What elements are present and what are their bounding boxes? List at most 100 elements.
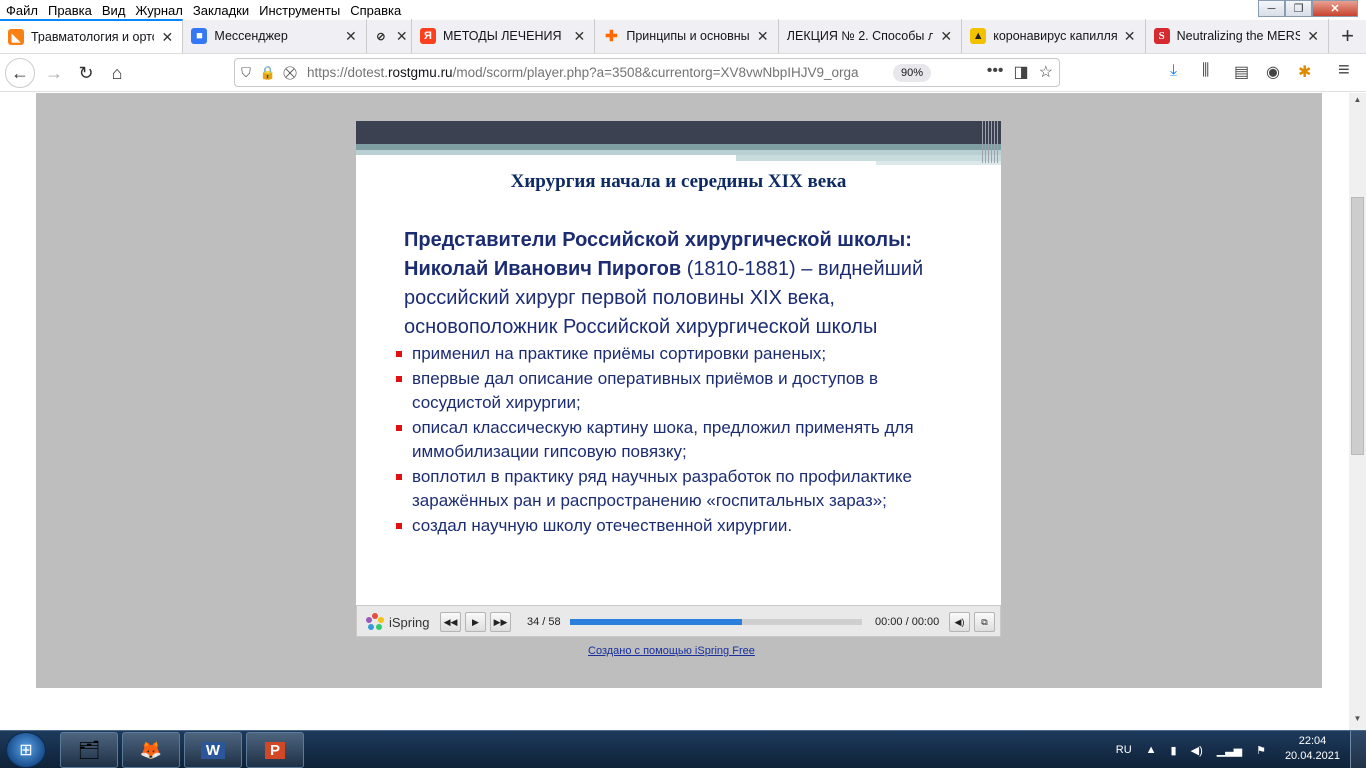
hamburger-menu-icon[interactable]: ≡ [1338,59,1350,82]
taskbar: ⊞ 🗂 🦊 W P RU ▲ ▮ ◀) ▁▃▅ ⚑ 22:04 20.04.20… [0,730,1366,768]
menu-bookmarks[interactable]: Закладки [193,3,249,18]
battery-icon[interactable]: ▮ [1171,744,1177,757]
taskbar-powerpoint[interactable]: P [246,732,304,768]
play-button[interactable]: ▶ [465,612,486,632]
back-button[interactable]: ← [5,58,35,88]
bullet-list: применил на практике приёмы сортировки р… [396,342,956,539]
taskbar-firefox[interactable]: 🦊 [122,732,180,768]
scroll-up-icon[interactable]: ▲ [1349,95,1366,107]
menu-edit[interactable]: Правка [48,3,92,18]
shield-icon[interactable]: ⛉ [235,65,257,81]
close-icon[interactable]: ✕ [939,28,953,45]
clock-time: 22:04 [1298,735,1327,747]
reload-button[interactable]: ↻ [71,58,101,88]
slide-body: Представители Российской хирургической ш… [404,225,974,342]
tab-muted[interactable]: ⊘ ✕ [367,19,412,53]
permissions-icon[interactable]: ⛒ [279,65,301,81]
forward-button[interactable]: → [39,58,69,88]
player-controls: iSpring ◀◀ ▶ ▶▶ 34 / 58 00:00 / 00:00 ◀)… [356,605,1001,637]
slide-counter: 34 / 58 [527,616,561,628]
start-button[interactable]: ⊞ [6,732,46,768]
bookmark-star-icon[interactable]: ☆ [1039,62,1053,82]
plus-cross-icon: ✚ [605,28,618,45]
close-window-button[interactable]: ✕ [1312,0,1358,17]
progress-track[interactable] [570,619,862,625]
tab-principles[interactable]: ✚ Принципы и основные ✕ [595,19,779,53]
muted-speaker-icon[interactable]: ⊘ [373,28,389,44]
page-actions-icon[interactable]: ••• [987,62,1004,82]
presentation-slide: Хирургия начала и середины XIX века Пред… [356,121,1001,605]
lock-icon[interactable]: 🔒 [257,65,279,81]
slide-subheading: Представители Российской хирургической ш… [404,229,912,251]
tab-messenger[interactable]: ■ Мессенджер ✕ [183,19,367,53]
close-icon[interactable]: ✕ [756,28,770,45]
tab-title: Принципы и основные [626,29,750,43]
new-tab-button[interactable]: + [1329,19,1366,53]
sidebar-icon[interactable]: ▤ [1234,62,1249,82]
menu-history[interactable]: Журнал [135,3,182,18]
clock-date: 20.04.2021 [1284,750,1340,762]
url-text[interactable]: https://dotest.rostgmu.ru/mod/scorm/play… [307,65,885,80]
tab-traumatology[interactable]: ◣ Травматология и ортоп ✕ [0,19,184,53]
action-center-icon[interactable]: ⚑ [1256,744,1266,757]
tab-lecture[interactable]: ЛЕКЦИЯ № 2. Способы леч ✕ [779,19,963,53]
menu-help[interactable]: Справка [350,3,401,18]
extension-icon[interactable]: ✱ [1298,62,1311,82]
show-desktop-button[interactable] [1350,731,1366,768]
playback-time: 00:00 / 00:00 [875,616,940,628]
library-icon[interactable]: ⫼ [1202,62,1209,80]
menu-file[interactable]: Файл [6,3,38,18]
maximize-button[interactable]: ❐ [1285,0,1312,17]
bullet-square-icon [396,474,402,480]
close-icon[interactable]: ✕ [1306,28,1320,45]
list-item: воплотил в практику ряд научных разработ… [396,465,956,513]
folder-icon: 🗂 [77,739,101,760]
fullscreen-button[interactable]: ⧉ [974,612,995,632]
close-icon[interactable]: ✕ [344,28,358,45]
minimize-button[interactable]: ─ [1258,0,1285,17]
scroll-thumb[interactable] [1351,197,1364,455]
home-button[interactable]: ⌂ [102,58,132,88]
list-item: описал классическую картину шока, предло… [396,416,956,464]
image-search-icon: ▲ [970,28,987,44]
close-icon[interactable]: ✕ [160,29,174,46]
zoom-level[interactable]: 90% [893,63,932,82]
tab-mers[interactable]: S Neutralizing the MERS Co ✕ [1146,19,1330,53]
clock[interactable]: 22:04 20.04.2021 [1285,734,1340,764]
downloads-icon[interactable]: ⤓ [1170,62,1177,80]
tab-coronavirus[interactable]: ▲ коронавирус капилляр ✕ [962,19,1146,53]
tab-title: МЕТОДЫ ЛЕЧЕНИЯ ПОЕ [442,29,566,43]
ispring-logo: iSpring [365,612,429,632]
network-icon[interactable]: ▁▃▅ [1217,744,1242,757]
language-indicator[interactable]: RU [1116,744,1132,756]
close-icon[interactable]: ✕ [396,28,408,45]
taskbar-word[interactable]: W [184,732,242,768]
tab-title: Neutralizing the MERS Co [1176,29,1301,43]
tab-title: Травматология и ортоп [31,30,155,44]
navigation-bar: ← → ↻ ⌂ ⛉ 🔒 ⛒ https://dotest.rostgmu.ru/… [0,54,1366,92]
ispring-credit-link[interactable]: Создано с помощью iSpring Free [588,645,755,657]
menu-tools[interactable]: Инструменты [259,3,340,18]
bullet-square-icon [396,376,402,382]
ispring-flower-icon [366,613,384,630]
next-slide-button[interactable]: ▶▶ [490,612,511,632]
list-item: впервые дал описание оперативных приёмов… [396,367,956,415]
page-scrollbar[interactable]: ▲ ▼ [1349,93,1366,730]
taskbar-explorer[interactable]: 🗂 [60,732,118,768]
tray-expand-icon[interactable]: ▲ [1146,744,1157,756]
list-item: применил на практике приёмы сортировки р… [396,342,956,366]
url-bar[interactable]: ⛉ 🔒 ⛒ https://dotest.rostgmu.ru/mod/scor… [234,58,1060,87]
tab-methods[interactable]: Я МЕТОДЫ ЛЕЧЕНИЯ ПОЕ ✕ [412,19,596,53]
volume-button[interactable]: ◀) [949,612,970,632]
close-icon[interactable]: ✕ [1123,28,1137,45]
scroll-down-icon[interactable]: ▼ [1349,714,1366,726]
account-icon[interactable]: ◉ [1266,62,1280,82]
pocket-icon[interactable]: ◨ [1014,62,1029,82]
tab-title: ЛЕКЦИЯ № 2. Способы леч [786,29,934,43]
menu-view[interactable]: Вид [102,3,126,18]
menu-bar: Файл Правка Вид Журнал Закладки Инструме… [0,0,1366,20]
close-icon[interactable]: ✕ [572,28,586,45]
ispring-brand: iSpring [389,614,430,630]
previous-slide-button[interactable]: ◀◀ [440,612,461,632]
volume-icon[interactable]: ◀) [1191,744,1203,757]
